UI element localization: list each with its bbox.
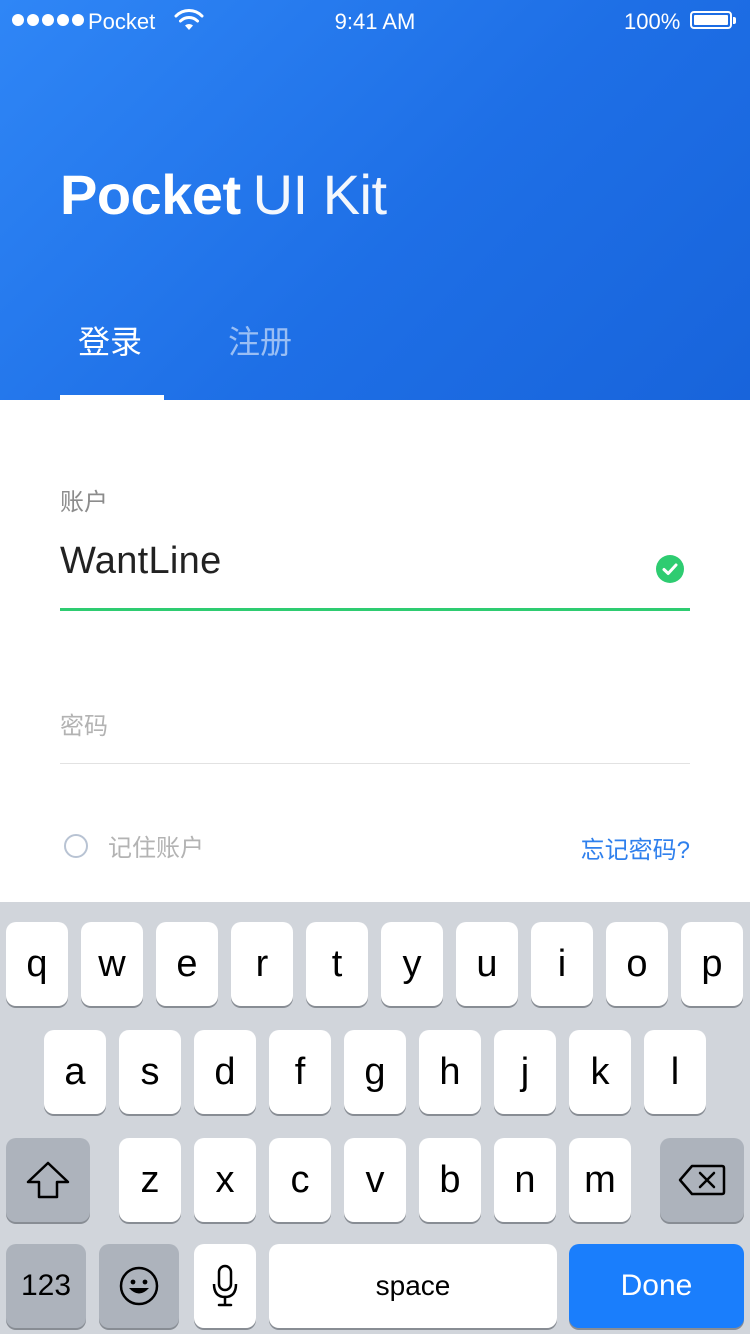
brand-light-text: UI Kit [252, 163, 387, 226]
key-u[interactable]: u [456, 922, 518, 1006]
microphone-icon [212, 1264, 238, 1307]
delete-key[interactable] [660, 1138, 744, 1222]
emoji-key[interactable] [99, 1244, 179, 1328]
shift-icon [26, 1161, 70, 1199]
key-f[interactable]: f [269, 1030, 331, 1114]
keyboard: q w e r t y u i o p a s d f g h j k l z … [0, 902, 750, 1334]
status-bar: Pocket 9:41 AM 100% [0, 0, 750, 44]
key-n[interactable]: n [494, 1138, 556, 1222]
active-tab-indicator [60, 395, 164, 400]
backspace-icon [678, 1164, 726, 1196]
battery-percent: 100% [624, 9, 681, 34]
remember-account-label: 记住账户 [108, 835, 204, 862]
key-p[interactable]: p [681, 922, 743, 1006]
battery-icon [690, 11, 736, 29]
shift-key[interactable] [6, 1138, 90, 1222]
remember-radio-icon[interactable] [64, 833, 88, 858]
key-v[interactable]: v [344, 1138, 406, 1222]
key-l[interactable]: l [644, 1030, 706, 1114]
key-a[interactable]: a [44, 1030, 106, 1114]
key-s[interactable]: s [119, 1030, 181, 1114]
done-key[interactable]: Done [569, 1244, 744, 1328]
password-field-underline [60, 763, 690, 764]
dictation-key[interactable] [194, 1244, 256, 1328]
tab-login[interactable]: 登录 [78, 318, 142, 366]
key-i[interactable]: i [531, 922, 593, 1006]
key-q[interactable]: q [6, 922, 68, 1006]
check-circle-icon [656, 555, 684, 583]
key-z[interactable]: z [119, 1138, 181, 1222]
account-input[interactable]: WantLine [60, 540, 222, 583]
key-x[interactable]: x [194, 1138, 256, 1222]
key-h[interactable]: h [419, 1030, 481, 1114]
key-t[interactable]: t [306, 922, 368, 1006]
key-b[interactable]: b [419, 1138, 481, 1222]
key-r[interactable]: r [231, 922, 293, 1006]
key-j[interactable]: j [494, 1030, 556, 1114]
account-field-underline [60, 608, 690, 611]
key-k[interactable]: k [569, 1030, 631, 1114]
key-g[interactable]: g [344, 1030, 406, 1114]
forgot-password-link[interactable]: 忘记密码? [581, 830, 690, 865]
key-e[interactable]: e [156, 922, 218, 1006]
remember-account-toggle[interactable]: 记住账户 [64, 828, 204, 863]
tab-register[interactable]: 注册 [228, 318, 292, 366]
account-label: 账户 [60, 489, 108, 516]
numbers-key[interactable]: 123 [6, 1244, 86, 1328]
key-d[interactable]: d [194, 1030, 256, 1114]
key-c[interactable]: c [269, 1138, 331, 1222]
password-input[interactable] [60, 690, 694, 762]
key-m[interactable]: m [569, 1138, 631, 1222]
app-logo-title: Pocket UI Kit [60, 162, 387, 228]
key-w[interactable]: w [81, 922, 143, 1006]
key-y[interactable]: y [381, 922, 443, 1006]
key-o[interactable]: o [606, 922, 668, 1006]
space-key[interactable]: space [269, 1244, 557, 1328]
emoji-icon [119, 1266, 159, 1306]
header: Pocket 9:41 AM 100% Pocket UI Kit 登录 注册 [0, 0, 750, 400]
brand-bold-text: Pocket [60, 163, 241, 226]
